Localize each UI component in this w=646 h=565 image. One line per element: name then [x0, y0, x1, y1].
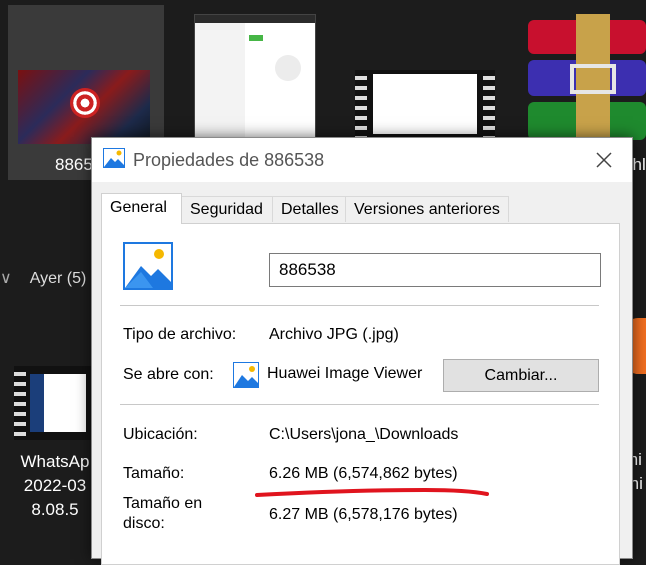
divider	[120, 305, 599, 306]
properties-dialog: Propiedades de 886538 General Seguridad …	[91, 137, 633, 565]
general-panel: Tipo de archivo: Archivo JPG (.jpg) Se a…	[101, 223, 620, 565]
huawei-image-viewer-icon	[233, 362, 259, 388]
title-bar[interactable]: Propiedades de 886538	[92, 138, 632, 182]
file-tile-label: 8865	[55, 155, 93, 174]
opens-with-label: Se abre con:	[123, 366, 214, 383]
tab-security[interactable]: Seguridad	[181, 196, 273, 222]
size-on-disk-value: 6.27 MB (6,578,176 bytes)	[269, 506, 458, 523]
size-label: Tamaño:	[123, 465, 185, 482]
video-thumbnail[interactable]	[355, 70, 495, 142]
dialog-title: Propiedades de 886538	[133, 150, 325, 170]
chevron-down-icon[interactable]: ∨	[0, 268, 12, 288]
winrar-archive-icon[interactable]	[528, 14, 646, 142]
filename-input[interactable]	[269, 253, 601, 287]
location-value: C:\Users\jona_\Downloads	[269, 426, 459, 443]
whatsapp-video-thumbnail[interactable]	[14, 366, 100, 440]
divider	[120, 404, 599, 405]
webpage-thumbnail[interactable]	[194, 14, 316, 138]
tab-previous-versions[interactable]: Versiones anteriores	[345, 196, 509, 222]
shield-icon	[70, 88, 100, 118]
size-on-disk-label: Tamaño en disco:	[123, 494, 202, 534]
tab-general[interactable]: General	[101, 193, 182, 224]
group-header-yesterday[interactable]: ∨ Ayer (5)	[0, 268, 86, 288]
size-value: 6.26 MB (6,574,862 bytes)	[269, 465, 458, 482]
image-file-icon	[103, 148, 125, 168]
file-type-value: Archivo JPG (.jpg)	[269, 326, 399, 343]
image-file-icon	[123, 242, 173, 290]
location-label: Ubicación:	[123, 426, 198, 443]
change-button[interactable]: Cambiar...	[443, 359, 599, 392]
size-on-disk-label-line1: Tamaño en	[123, 495, 203, 512]
file-type-label: Tipo de archivo:	[123, 326, 237, 343]
captain-america-thumbnail[interactable]	[18, 70, 150, 144]
tab-details[interactable]: Detalles	[272, 196, 346, 222]
group-header-label: Ayer (5)	[29, 270, 87, 287]
opens-with-value: Huawei Image Viewer	[267, 365, 423, 382]
close-icon[interactable]	[592, 148, 616, 172]
size-on-disk-label-line2: disco:	[123, 515, 165, 532]
